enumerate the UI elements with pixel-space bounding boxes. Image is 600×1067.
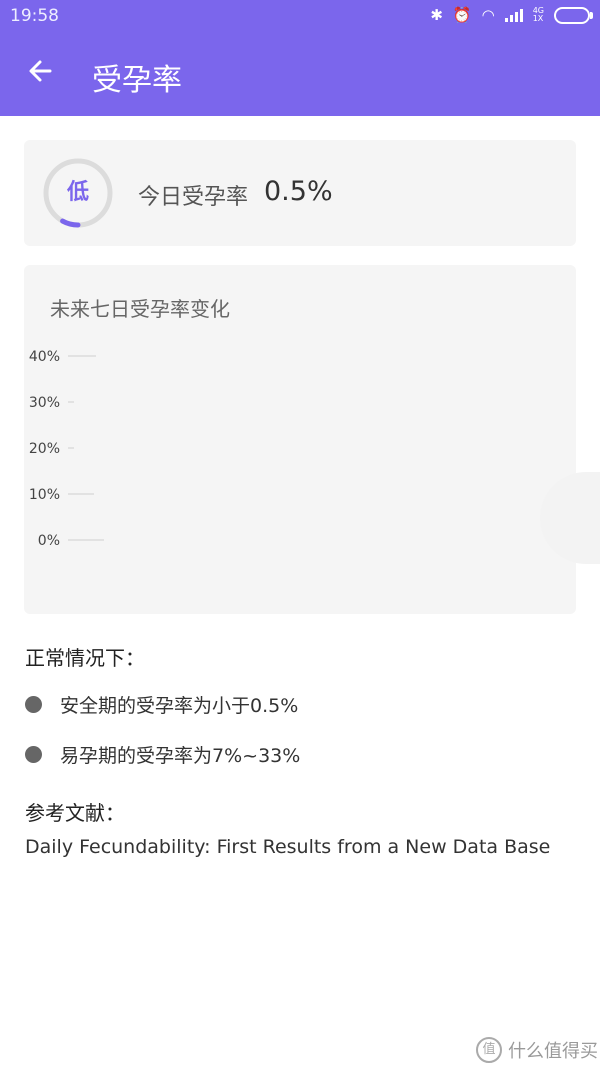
network-label-bottom: 1X <box>532 14 544 23</box>
watermark: 值 什么值得买 <box>476 1037 598 1063</box>
level-label: 低 <box>66 180 89 205</box>
y-tick-label: 10% <box>29 487 60 503</box>
rate-chart: 40% 30% 20% 10% 0% <box>29 349 104 549</box>
today-rate-value: 0.5% <box>264 176 333 207</box>
info-item: 易孕期的受孕率为7%~33% <box>25 741 300 768</box>
back-button[interactable] <box>20 54 60 94</box>
status-time: 19:58 <box>10 6 59 26</box>
chart-card: 未来七日受孕率变化 40% 30% 20% 10% 0% <box>24 265 576 614</box>
info-item-text: 安全期的受孕率为小于0.5% <box>60 695 299 717</box>
info-heading: 正常情况下： <box>25 646 145 670</box>
status-icons: ✱ ⏰ ◠ 4G 1X <box>430 6 593 24</box>
bullet-dot-icon <box>25 696 42 713</box>
page-title: 受孕率 <box>92 63 182 98</box>
watermark-logo-icon: 值 <box>476 1037 502 1063</box>
bullet-dot-icon <box>25 746 42 763</box>
y-tick-label: 20% <box>29 441 60 457</box>
network-type-label: 4G 1X <box>533 7 544 23</box>
today-rate-label: 今日受孕率 <box>138 185 249 210</box>
watermark-text: 什么值得买 <box>508 1041 598 1062</box>
arrow-left-icon <box>29 60 52 82</box>
reference-citation: Daily Fecundability: First Results from … <box>25 836 551 858</box>
status-bar: 19:58 ✱ ⏰ ◠ 4G 1X <box>0 0 600 32</box>
battery-icon <box>554 6 593 24</box>
y-tick-label: 40% <box>29 349 60 365</box>
info-item-text: 易孕期的受孕率为7%~33% <box>60 745 301 767</box>
app-bar: 19:58 ✱ ⏰ ◠ 4G 1X 受孕率 <box>0 0 600 116</box>
references-heading: 参考文献： <box>25 801 125 825</box>
info-item: 安全期的受孕率为小于0.5% <box>25 691 298 718</box>
alarm-icon: ⏰ <box>452 6 472 24</box>
y-tick-label: 0% <box>38 533 60 549</box>
y-tick-label: 30% <box>29 395 60 411</box>
wifi-icon: ◠ <box>481 6 495 24</box>
bluetooth-icon: ✱ <box>430 6 443 24</box>
today-rate-card: 低 今日受孕率 0.5% <box>24 140 576 246</box>
signal-icon <box>504 8 523 22</box>
